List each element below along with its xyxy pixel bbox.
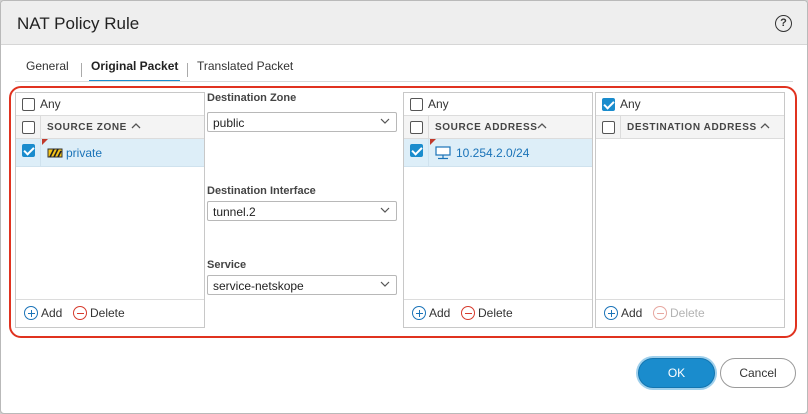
destination-address-panel: Any DESTINATION ADDRESS Add Delete [595,92,785,328]
row-divider [40,139,41,166]
dialog-titlebar: NAT Policy Rule ? [1,1,807,45]
chevron-down-icon [380,281,390,287]
zone-icon [47,148,63,158]
question-circle-icon[interactable]: ? [775,15,792,32]
destination-address-any-checkbox[interactable] [602,98,615,111]
destination-address-any-label: Any [620,97,641,111]
service-label: Service [207,259,247,271]
column-divider [620,116,621,138]
destination-interface-label: Destination Interface [207,185,316,197]
source-address-value[interactable]: 10.254.2.0/24 [456,146,529,160]
chevron-down-icon [380,118,390,124]
delete-label: Delete [478,306,513,320]
destination-zone-label: Destination Zone [207,92,297,104]
destination-zone-select[interactable]: public [207,112,397,132]
destination-interface-value: tunnel.2 [213,205,256,219]
add-label: Add [41,306,63,320]
table-row[interactable]: private [16,139,204,167]
source-zone-footer: Add Delete [16,299,204,327]
destination-address-column-title: DESTINATION ADDRESS [627,122,757,133]
tab-original-packet[interactable]: Original Packet [88,59,181,82]
flag-corner-icon [42,139,48,145]
table-row[interactable]: 10.254.2.0/24 [404,139,592,167]
delete-label: Delete [90,306,125,320]
destination-zone-value: public [213,116,245,130]
network-address-icon [435,146,451,160]
ok-button[interactable]: OK [638,358,715,388]
tab-underline [15,81,793,82]
source-address-column-title: SOURCE ADDRESS [435,122,538,133]
plus-circle-icon [412,306,426,320]
minus-circle-icon [73,306,87,320]
source-zone-any-checkbox[interactable] [22,98,35,111]
source-address-any-label: Any [428,97,449,111]
source-zone-value[interactable]: private [66,146,102,160]
source-zone-panel: Any SOURCE ZONE private Add Delete [15,92,205,328]
tab-translated-packet[interactable]: Translated Packet [197,59,293,81]
service-select[interactable]: service-netskope [207,275,397,295]
source-zone-column-title: SOURCE ZONE [47,122,127,133]
source-address-panel: Any SOURCE ADDRESS 10.254.2.0/24 Add Del… [403,92,593,328]
source-zone-column-header[interactable]: SOURCE ZONE [16,115,204,139]
source-zone-any-label: Any [40,97,61,111]
minus-circle-icon [653,306,667,320]
tab-separator [81,63,82,77]
row-checkbox[interactable] [22,144,35,157]
column-divider [40,116,41,138]
sort-ascending-icon[interactable] [537,121,547,131]
cancel-button[interactable]: Cancel [720,358,796,388]
add-label: Add [621,306,643,320]
flag-corner-icon [430,139,436,145]
destination-address-select-all-checkbox[interactable] [602,121,615,134]
plus-circle-icon [604,306,618,320]
destination-interface-select[interactable]: tunnel.2 [207,201,397,221]
nat-policy-rule-dialog: NAT Policy Rule ? General Original Packe… [0,0,808,414]
destination-address-footer: Add Delete [596,299,784,327]
plus-circle-icon [24,306,38,320]
tab-general[interactable]: General [26,59,69,81]
chevron-down-icon [380,207,390,213]
source-zone-select-all-checkbox[interactable] [22,121,35,134]
sort-ascending-icon[interactable] [131,121,141,131]
source-address-column-header[interactable]: SOURCE ADDRESS [404,115,592,139]
destination-address-column-header[interactable]: DESTINATION ADDRESS [596,115,784,139]
row-checkbox[interactable] [410,144,423,157]
column-divider [428,116,429,138]
add-label: Add [429,306,451,320]
dialog-title: NAT Policy Rule [17,14,140,33]
source-address-any-checkbox[interactable] [410,98,423,111]
minus-circle-icon [461,306,475,320]
row-divider [428,139,429,166]
tab-separator [187,63,188,77]
service-value: service-netskope [213,279,304,293]
source-address-select-all-checkbox[interactable] [410,121,423,134]
sort-ascending-icon[interactable] [760,121,770,131]
source-address-footer: Add Delete [404,299,592,327]
delete-label: Delete [670,306,705,320]
